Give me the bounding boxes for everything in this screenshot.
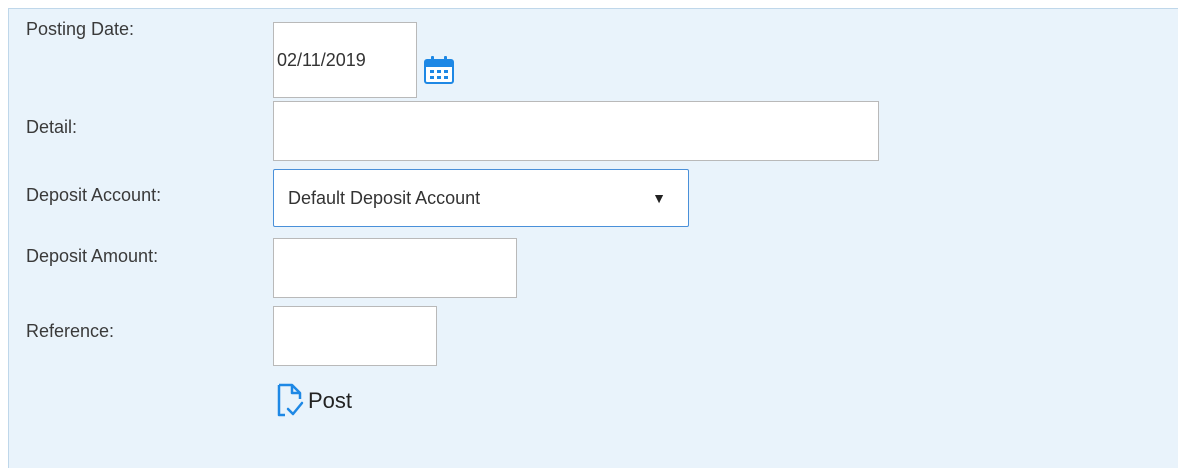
detail-label: Detail: bbox=[26, 117, 78, 137]
post-button[interactable]: Post bbox=[275, 379, 352, 423]
reference-input[interactable] bbox=[273, 306, 437, 366]
detail-input[interactable] bbox=[273, 101, 879, 161]
deposit-amount-label: Deposit Amount: bbox=[26, 246, 159, 266]
posting-date-label: Posting Date: bbox=[26, 19, 135, 39]
deposit-account-selected-value: Default Deposit Account bbox=[288, 188, 481, 208]
posting-date-input[interactable] bbox=[273, 22, 417, 98]
deposit-amount-input[interactable] bbox=[273, 238, 517, 298]
deposit-account-label: Deposit Account: bbox=[26, 185, 162, 205]
post-button-label: Post bbox=[308, 388, 353, 413]
chevron-down-icon: ▼ bbox=[652, 190, 666, 206]
calendar-icon[interactable] bbox=[423, 55, 455, 85]
reference-label: Reference: bbox=[26, 321, 115, 341]
deposit-form-panel: Posting Date: Detail: Deposit Account: D… bbox=[8, 8, 1178, 468]
deposit-account-select[interactable]: Default Deposit Account ▼ bbox=[273, 169, 689, 227]
document-check-icon bbox=[275, 382, 305, 420]
